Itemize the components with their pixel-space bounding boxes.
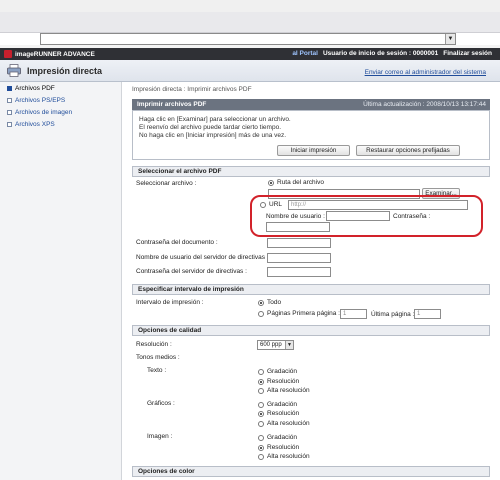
- radio-selected-icon: [258, 378, 264, 385]
- info-line: No haga clic en [Iniciar impresión] más …: [139, 132, 287, 139]
- sidebar-item-label: Archivos XPS: [15, 121, 55, 128]
- radio-selected-icon: [258, 410, 264, 417]
- radio-unselected-icon: [258, 310, 264, 317]
- doc-password-label: Contraseña del documento :: [136, 239, 218, 246]
- info-panel: Haga clic en [Examinar] para seleccionar…: [132, 110, 490, 160]
- radio-text-resolution[interactable]: Resolución: [258, 378, 299, 385]
- radio-image-resolution[interactable]: Resolución: [258, 444, 299, 451]
- section-quality: Opciones de calidad: [132, 325, 490, 336]
- doc-password-input[interactable]: [267, 238, 331, 248]
- sidebar-item-ps-eps[interactable]: Archivos PS/EPS: [7, 96, 65, 105]
- radio-image-gradation[interactable]: Gradación: [258, 434, 297, 441]
- bullet-icon: [7, 98, 12, 103]
- section-select-pdf: Seleccionar el archivo PDF: [132, 166, 490, 177]
- address-bar[interactable]: ▼: [40, 33, 456, 45]
- sidebar-item-images[interactable]: Archivos de imagen: [7, 108, 72, 117]
- resolution-select[interactable]: 600 ppp ▼: [257, 340, 294, 350]
- select-file-label: Seleccionar archivo :: [136, 180, 197, 187]
- radio-graphics-high[interactable]: Alta resolución: [258, 420, 310, 427]
- radio-unselected-icon: [258, 434, 264, 441]
- info-line: Haga clic en [Examinar] para seleccionar…: [139, 116, 291, 123]
- restore-defaults-button[interactable]: Restaurar opciones prefijadas: [356, 145, 460, 156]
- start-print-button[interactable]: Iniciar impresión: [277, 145, 350, 156]
- main-content: Impresión directa : Imprimir archivos PD…: [122, 82, 500, 480]
- radio-page-range[interactable]: Páginas Primera página :: [258, 310, 340, 317]
- sidebar-item-label: Archivos PDF: [15, 85, 55, 92]
- radio-selected-icon: [258, 444, 264, 451]
- policy-password-label: Contraseña del servidor de directivas :: [136, 268, 247, 275]
- radio-file-path[interactable]: Ruta del archivo: [268, 179, 324, 186]
- last-page-label: Última página :: [371, 311, 415, 318]
- logout-link[interactable]: Finalizar sesión: [443, 50, 492, 57]
- radio-all-pages[interactable]: Todo: [258, 299, 281, 306]
- sidebar-item-label: Archivos PS/EPS: [15, 97, 66, 104]
- info-line: El reenvío del archivo puede tardar cier…: [139, 124, 281, 131]
- portal-link[interactable]: al Portal: [292, 50, 318, 57]
- logo: imageRUNNER ADVANCE: [4, 50, 95, 58]
- page-title: Impresión directa: [27, 66, 103, 76]
- policy-user-label: Nombre de usuario del servidor de direct…: [136, 254, 269, 261]
- sidebar: Archivos PDF Archivos PS/EPS Archivos de…: [0, 82, 122, 480]
- sidebar-item-xps[interactable]: Archivos XPS: [7, 120, 55, 129]
- breadcrumb: Impresión directa : Imprimir archivos PD…: [132, 86, 252, 93]
- chevron-down-icon: ▼: [285, 341, 293, 349]
- last-page-input[interactable]: 1: [414, 309, 441, 319]
- radio-text-high[interactable]: Alta resolución: [258, 387, 310, 394]
- panel-title: Imprimir archivos PDF: [137, 101, 207, 108]
- radio-text-gradation[interactable]: Gradación: [258, 368, 297, 375]
- radio-unselected-icon: [258, 453, 264, 460]
- radio-image-high[interactable]: Alta resolución: [258, 453, 310, 460]
- text-label: Texto :: [147, 367, 167, 374]
- highlight-annotation: [250, 195, 483, 237]
- logo-text: imageRUNNER ADVANCE: [15, 50, 95, 58]
- radio-unselected-icon: [258, 368, 264, 375]
- bullet-icon: [7, 122, 12, 127]
- policy-user-input[interactable]: [267, 253, 331, 263]
- print-range-label: Intervalo de impresión :: [136, 299, 204, 306]
- logo-icon: [4, 50, 12, 58]
- halftones-label: Tonos medios :: [136, 354, 180, 361]
- graphics-label: Gráficos :: [147, 400, 175, 407]
- radio-graphics-gradation[interactable]: Gradación: [258, 401, 297, 408]
- policy-password-input[interactable]: [267, 267, 331, 277]
- radio-unselected-icon: [258, 420, 264, 427]
- image-label: Imagen :: [147, 433, 173, 440]
- printer-icon: [7, 64, 21, 77]
- radio-unselected-icon: [258, 401, 264, 408]
- radio-unselected-icon: [258, 387, 264, 394]
- section-color: Opciones de color: [132, 466, 490, 477]
- section-print-range: Especificar intervalo de impresión: [132, 284, 490, 295]
- sidebar-item-pdf[interactable]: Archivos PDF: [7, 84, 55, 93]
- email-admin-link[interactable]: Enviar correo al administrador del siste…: [365, 69, 486, 76]
- sidebar-item-label: Archivos de imagen: [15, 109, 73, 116]
- last-update: Última actualización : 2008/10/13 13:17:…: [363, 101, 486, 108]
- resolution-label: Resolución :: [136, 341, 172, 348]
- bullet-icon: [7, 86, 12, 91]
- radio-graphics-resolution[interactable]: Resolución: [258, 410, 299, 417]
- app-header: imageRUNNER ADVANCE al Portal Usuario de…: [0, 48, 500, 60]
- panel-header: Imprimir archivos PDF Última actualizaci…: [132, 99, 490, 110]
- browser-toolbar: [0, 12, 500, 33]
- page-title-bar: Impresión directa Enviar correo al admin…: [0, 60, 500, 82]
- browser-title-area: [0, 0, 500, 12]
- address-dropdown-icon[interactable]: ▼: [445, 34, 455, 44]
- radio-selected-icon: [258, 299, 264, 306]
- first-page-input[interactable]: 1: [340, 309, 367, 319]
- bullet-icon: [7, 110, 12, 115]
- session-user: Usuario de inicio de sesión : 0000001: [322, 50, 439, 57]
- radio-selected-icon: [268, 179, 274, 186]
